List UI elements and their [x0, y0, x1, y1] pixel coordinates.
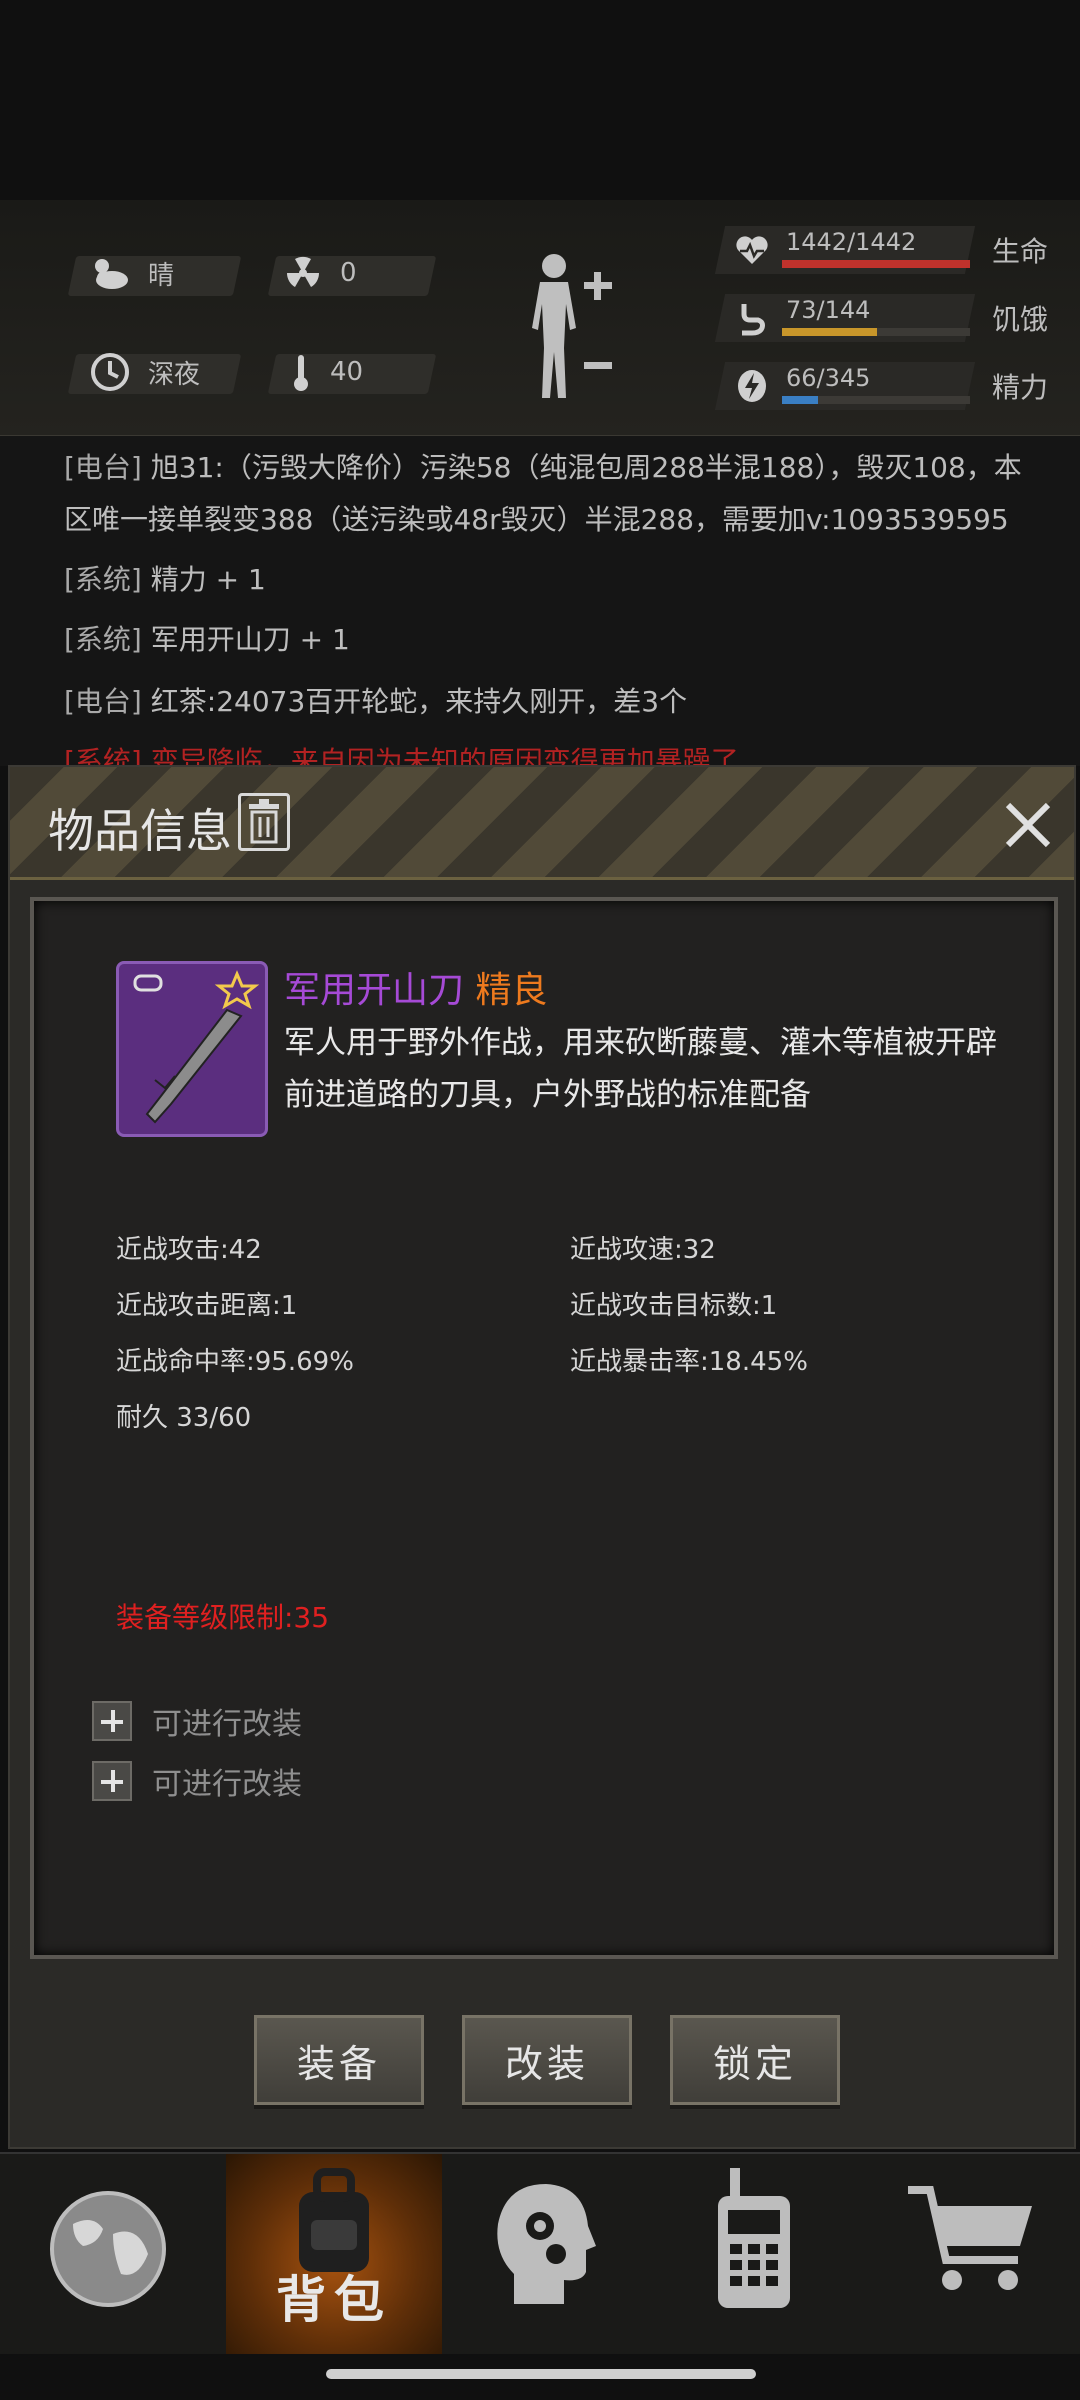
attr-melee-speed: 近战攻速:32: [570, 1235, 716, 1265]
attr-melee-range: 近战攻击距离:1: [116, 1291, 298, 1321]
machete-icon: [145, 1008, 243, 1124]
radiation-icon: [286, 256, 320, 287]
stat-energy: 66/345 精力: [714, 356, 1060, 412]
stat-energy-label: 精力: [992, 371, 1049, 404]
radio-phone-icon: [718, 2168, 790, 2308]
temperature-value: 40: [330, 357, 364, 387]
plus-icon: [92, 1701, 132, 1741]
item-info-dialog: 物品信息 军用开山刀 精良 军人用于野外作战，用来砍断藤蔓、灌木等植被开辟前进道…: [8, 765, 1076, 2149]
body-status-button[interactable]: [520, 248, 620, 408]
log-line: 区唯一接单裂变388（送污染或48r毁灭）半混288，需要加v:10935395…: [64, 503, 1009, 536]
log-line: [系统] 精力 + 1: [64, 563, 266, 596]
log-line: [系统] 变异降临，来自因为未知的原因变得更加暴躁了: [64, 745, 739, 766]
stat-energy-value: 66/345: [786, 364, 871, 392]
nav-backpack-label: 背包: [276, 2271, 392, 2329]
time-label: 深夜: [148, 359, 201, 390]
item-quality: 精良: [475, 970, 548, 1011]
energy-icon: [738, 370, 766, 402]
nav-shop[interactable]: [864, 2154, 1080, 2354]
attr-melee-attack: 近战攻击:42: [116, 1235, 262, 1265]
heart-pulse-icon: [736, 236, 768, 264]
home-indicator[interactable]: [326, 2369, 756, 2379]
nav-skills[interactable]: [436, 2154, 652, 2354]
mod-slot[interactable]: 可进行改装: [92, 1697, 302, 1745]
log-line: [电台] 旭31:（污毁大降价）污染58（纯混包周288半混188），毁灭108…: [64, 451, 1022, 484]
stat-health-bar: [782, 260, 970, 268]
stat-energy-bar: [782, 396, 818, 404]
plus-icon: [92, 1761, 132, 1801]
item-detail-card: 军用开山刀 精良 军人用于野外作战，用来砍断藤蔓、灌木等植被开辟前进道路的刀具，…: [30, 897, 1058, 1959]
star-icon: [214, 970, 260, 1010]
trash-icon[interactable]: [238, 793, 290, 851]
equip-button[interactable]: 装备: [254, 2015, 424, 2105]
stat-hunger-label: 饥饿: [992, 303, 1049, 336]
time-chip: 深夜: [90, 352, 200, 392]
body-figure-icon: [532, 254, 612, 398]
item-description: 军人用于野外作战，用来砍断藤蔓、灌木等植被开辟前进道路的刀具，户外野战的标准配备: [284, 1025, 997, 1113]
attr-melee-crit-rate: 近战暴击率:18.45%: [570, 1347, 808, 1377]
equip-level-limit: 装备等级限制:35: [116, 1601, 330, 1634]
dialog-header: 物品信息: [10, 767, 1074, 880]
stat-health: 1442/1442 生命: [714, 220, 1060, 276]
lock-button[interactable]: 锁定: [670, 2015, 840, 2105]
attr-melee-hit-rate: 近战命中率:95.69%: [116, 1347, 354, 1377]
stat-health-value: 1442/1442: [786, 228, 917, 256]
dialog-title: 物品信息: [48, 804, 232, 858]
close-icon[interactable]: [1000, 797, 1056, 853]
stat-hunger: 73/144 饥饿: [714, 288, 1060, 344]
nav-backpack[interactable]: 背包: [226, 2154, 442, 2354]
status-panel: 晴 0 深夜 40 1442/1442 生命 73/144 饥饿 66/345 …: [0, 200, 1080, 437]
log-line: [系统] 军用开山刀 + 1: [64, 623, 350, 656]
message-log[interactable]: [电台] 旭31:（污毁大降价）污染58（纯混包周288半混188），毁灭108…: [0, 436, 1080, 766]
bottom-nav: 背包: [0, 2152, 1080, 2354]
link-icon: [133, 974, 163, 992]
globe-icon: [50, 2191, 166, 2307]
modify-button[interactable]: 改装: [462, 2015, 632, 2105]
stat-health-label: 生命: [992, 235, 1049, 268]
weather-chip: 晴: [88, 254, 174, 292]
thermometer-icon: [294, 355, 308, 391]
attr-durability: 耐久 33/60: [116, 1403, 252, 1433]
nav-radio[interactable]: [646, 2154, 862, 2354]
head-gear-icon: [497, 2184, 596, 2304]
stat-hunger-bar: [782, 328, 878, 336]
radiation-value: 0: [340, 258, 357, 288]
attr-melee-targets: 近战攻击目标数:1: [570, 1291, 778, 1321]
shopping-cart-icon: [908, 2186, 1032, 2290]
weather-label: 晴: [148, 260, 175, 291]
cloudy-sun-icon: [95, 259, 128, 289]
mod-slot[interactable]: 可进行改装: [92, 1757, 302, 1805]
log-line: [电台] 红茶:24073百开轮蛇，来持久刚开，差3个: [64, 685, 688, 718]
stomach-icon: [741, 304, 765, 336]
item-name: 军用开山刀 精良: [284, 970, 548, 1011]
nav-map[interactable]: [0, 2154, 216, 2354]
stat-hunger-value: 73/144: [786, 296, 871, 324]
clock-icon: [91, 353, 129, 391]
item-thumbnail: [116, 961, 268, 1137]
temperature-chip: 40: [290, 352, 363, 392]
radiation-chip: 0: [284, 254, 357, 292]
